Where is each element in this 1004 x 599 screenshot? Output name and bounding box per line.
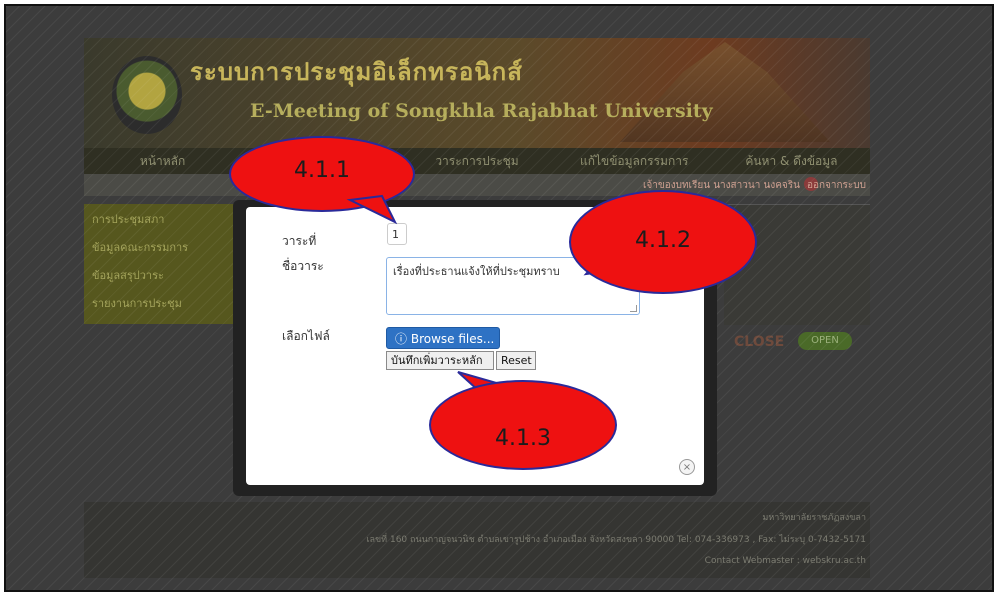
callout-pointer-1 — [346, 194, 398, 225]
callout-pointers — [346, 194, 633, 394]
callout-4-1-3: 4.1.3 — [429, 380, 617, 470]
callout-label: 4.1.3 — [495, 426, 551, 451]
callout-label: 4.1.2 — [635, 228, 691, 253]
callout-4-1-2: 4.1.2 — [569, 190, 757, 294]
